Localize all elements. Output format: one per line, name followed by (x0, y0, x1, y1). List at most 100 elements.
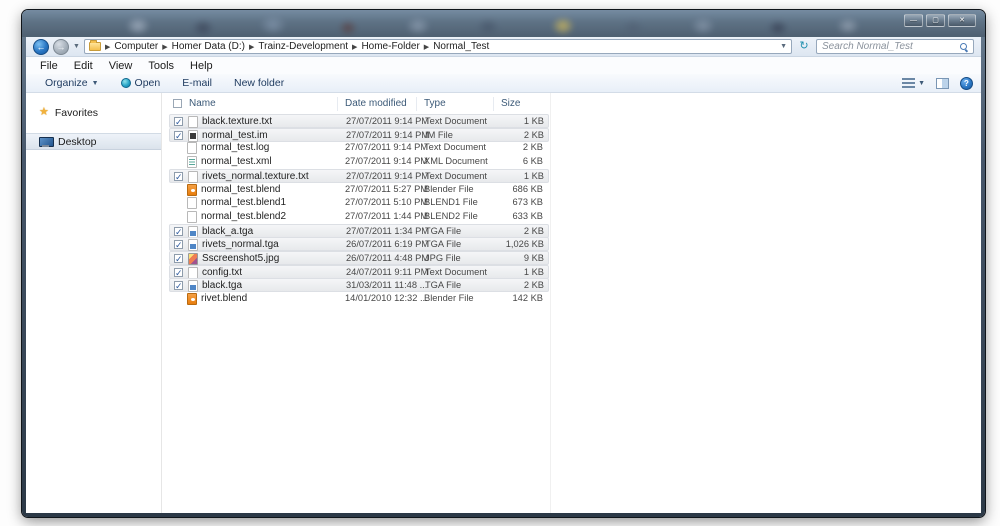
titlebar[interactable]: — ▢ ✕ (22, 10, 985, 37)
recent-pages-dropdown-icon[interactable]: ▼ (73, 43, 80, 50)
sidebar-item-desktop[interactable]: Desktop (26, 133, 161, 150)
navigation-pane: ★ Favorites Desktop (26, 93, 162, 513)
file-type: Blender File (424, 184, 498, 194)
email-label: E-mail (182, 77, 212, 89)
back-button[interactable]: ← (33, 39, 49, 55)
file-type: TGA File (425, 226, 499, 236)
xml-file-icon (187, 156, 197, 168)
file-size: 1,026 KB (492, 239, 544, 249)
txt-file-icon (188, 267, 198, 279)
preview-pane-button[interactable] (936, 78, 949, 89)
file-date: 27/07/2011 9:14 PM (346, 171, 428, 181)
table-row[interactable]: ✓ black.tga 31/03/2011 11:48 ... TGA Fil… (169, 278, 549, 292)
row-checkbox[interactable]: ✓ (174, 281, 183, 290)
breadcrumb-item[interactable]: Homer Data (D:) (172, 41, 245, 52)
organize-button[interactable]: Organize ▼ (34, 77, 110, 89)
table-row[interactable]: ✓ rivets_normal.tga 26/07/2011 6:19 PM T… (169, 237, 549, 251)
row-checkbox[interactable]: ✓ (174, 172, 183, 181)
column-header-date[interactable]: Date modified (345, 98, 407, 109)
tga-file-icon (188, 280, 198, 292)
file-date: 27/07/2011 9:14 PM (345, 142, 427, 152)
file-date: 14/01/2010 12:32 ... (345, 293, 427, 303)
maximize-button[interactable]: ▢ (926, 14, 945, 27)
file-name: normal_test.log (201, 142, 343, 153)
table-row[interactable]: ✓ normal_test.im 27/07/2011 9:14 PM IM F… (169, 128, 549, 142)
file-size: 673 KB (491, 197, 543, 207)
row-checkbox[interactable]: ✓ (174, 131, 183, 140)
file-type: JPG File (425, 253, 499, 263)
open-button[interactable]: Open (110, 77, 172, 89)
column-header-size[interactable]: Size (501, 98, 520, 109)
favorites-label: Favorites (55, 107, 98, 119)
organize-label: Organize (45, 77, 88, 89)
column-header-row: Name Date modified Type Size (169, 96, 551, 112)
row-checkbox[interactable]: ✓ (174, 254, 183, 263)
file-name: rivet.blend (201, 293, 343, 304)
table-row[interactable]: normal_test.xml 27/07/2011 9:14 PM XML D… (169, 155, 549, 169)
search-box[interactable]: Search Normal_Test (816, 39, 974, 54)
file-date: 27/07/2011 5:10 PM (345, 197, 427, 207)
star-icon: ★ (39, 107, 49, 118)
menu-item-file[interactable]: File (32, 60, 66, 72)
row-checkbox[interactable]: ✓ (174, 240, 183, 249)
forward-button[interactable]: → (53, 39, 69, 55)
column-header-type[interactable]: Type (424, 98, 446, 109)
column-divider[interactable] (493, 97, 494, 111)
table-row[interactable]: normal_test.blend1 27/07/2011 5:10 PM BL… (169, 196, 549, 210)
table-row[interactable]: normal_test.blend2 27/07/2011 1:44 PM BL… (169, 210, 549, 224)
select-all-checkbox[interactable] (173, 99, 182, 108)
list-right-divider (550, 93, 551, 513)
row-checkbox[interactable]: ✓ (174, 268, 183, 277)
breadcrumb-item[interactable]: Computer (114, 41, 158, 52)
table-row[interactable]: ✓ Sscreenshot5.jpg 26/07/2011 4:48 PM JP… (169, 251, 549, 265)
search-input[interactable]: Search Normal_Test (822, 41, 960, 52)
change-view-button[interactable]: ▼ (902, 78, 925, 88)
row-checkbox[interactable]: ✓ (174, 117, 183, 126)
file-type: XML Document (424, 156, 498, 166)
table-row[interactable]: ✓ config.txt 24/07/2011 9:11 PM Text Doc… (169, 265, 549, 279)
open-label: Open (135, 77, 161, 89)
table-row[interactable]: normal_test.log 27/07/2011 9:14 PM Text … (169, 141, 549, 155)
address-bar[interactable]: ▶Computer▶Homer Data (D:)▶Trainz-Develop… (84, 39, 792, 54)
refresh-button[interactable]: ↻ (796, 39, 812, 55)
file-size: 1 KB (492, 171, 544, 181)
breadcrumb-item[interactable]: Normal_Test (433, 41, 489, 52)
menu-item-view[interactable]: View (101, 60, 141, 72)
file-name: config.txt (202, 267, 344, 278)
menu-item-edit[interactable]: Edit (66, 60, 101, 72)
toolbar-right-group: ▼ ? (902, 77, 973, 90)
file-name: normal_test.blend (201, 184, 343, 195)
titlebar-aero-glass-decoration (22, 10, 985, 37)
file-name: normal_test.blend2 (201, 211, 343, 222)
breadcrumb-item[interactable]: Trainz-Development (258, 41, 348, 52)
column-divider[interactable] (416, 97, 417, 111)
table-row[interactable]: ✓ rivets_normal.texture.txt 27/07/2011 9… (169, 169, 549, 183)
column-divider[interactable] (337, 97, 338, 111)
table-row[interactable]: ✓ black_a.tga 27/07/2011 1:34 PM TGA Fil… (169, 224, 549, 238)
close-button[interactable]: ✕ (948, 14, 976, 27)
email-button[interactable]: E-mail (171, 77, 223, 89)
table-row[interactable]: ✓ black.texture.txt 27/07/2011 9:14 PM T… (169, 114, 549, 128)
sidebar-item-favorites[interactable]: ★ Favorites (26, 104, 161, 121)
row-checkbox[interactable]: ✓ (174, 227, 183, 236)
jpg-file-icon (188, 253, 198, 265)
breadcrumb-item[interactable]: Home-Folder (361, 41, 419, 52)
open-app-icon (121, 78, 131, 88)
minimize-button[interactable]: — (904, 14, 923, 27)
address-dropdown-icon[interactable]: ▼ (780, 43, 787, 50)
menu-item-help[interactable]: Help (182, 60, 221, 72)
table-row[interactable]: normal_test.blend 27/07/2011 5:27 PM Ble… (169, 183, 549, 197)
file-size: 2 KB (492, 130, 544, 140)
menu-item-tools[interactable]: Tools (140, 60, 182, 72)
search-icon[interactable] (960, 43, 968, 51)
table-row[interactable]: rivet.blend 14/01/2010 12:32 ... Blender… (169, 292, 549, 306)
file-name: rivets_normal.texture.txt (202, 171, 344, 182)
txt-file-icon (187, 197, 197, 209)
new-folder-button[interactable]: New folder (223, 77, 295, 89)
file-date: 26/07/2011 6:19 PM (346, 239, 428, 249)
column-header-name[interactable]: Name (189, 98, 216, 109)
folder-icon (89, 42, 101, 51)
help-button[interactable]: ? (960, 77, 973, 90)
file-type: BLEND2 File (424, 211, 498, 221)
file-name: black_a.tga (202, 226, 344, 237)
